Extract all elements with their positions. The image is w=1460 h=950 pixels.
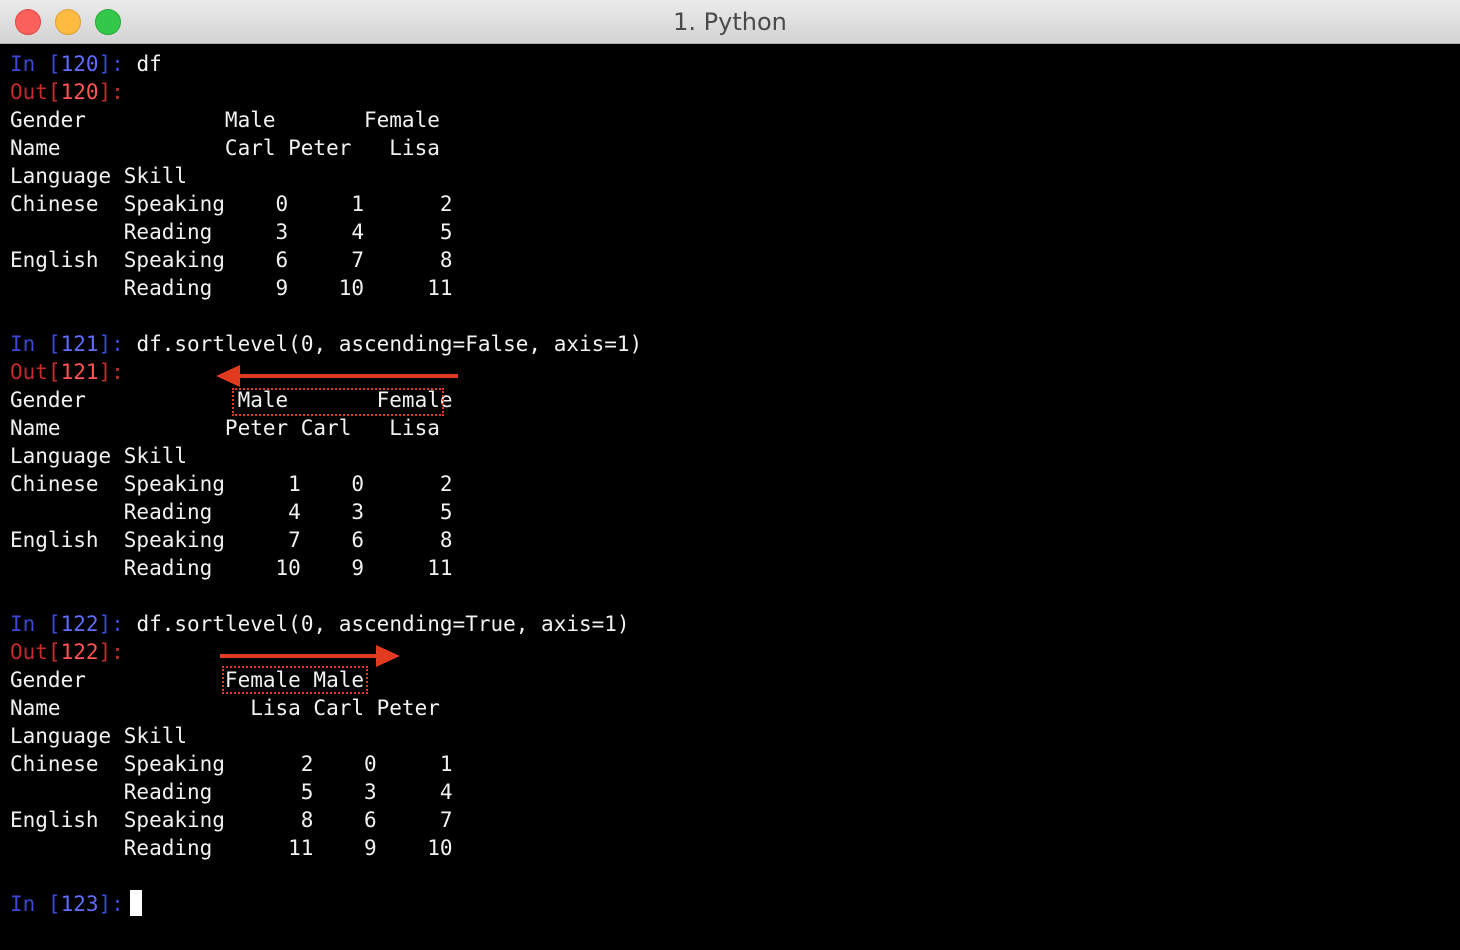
output-row: English Speaking 7 6 8 — [10, 528, 453, 552]
input-line: In [120]: df — [10, 50, 1460, 78]
output-row: Reading 10 9 11 — [10, 556, 453, 580]
output-row: Language Skill — [10, 444, 188, 468]
title-bar[interactable]: 1. Python — [0, 0, 1460, 44]
output-row: Name Lisa Carl Peter — [10, 696, 440, 720]
output-row: Language Skill — [10, 724, 188, 748]
output-row: Gender Male Female — [10, 108, 440, 132]
output-row: English Speaking 8 6 7 — [10, 808, 453, 832]
arrow-left-icon — [216, 365, 458, 387]
output-row: Name Carl Peter Lisa — [10, 136, 440, 160]
output-row: Language Skill — [10, 164, 188, 188]
text-cursor — [129, 890, 142, 916]
output-row: Reading 3 4 5 — [10, 220, 453, 244]
out-prompt: Out[122]: — [10, 640, 124, 664]
highlight-box-male-female — [232, 388, 444, 416]
out-prompt: Out[120]: — [10, 80, 124, 104]
out-prompt: Out[121]: — [10, 360, 124, 384]
terminal-output[interactable]: In [120]: df Out[120]: Gender Male Femal… — [10, 50, 1460, 950]
highlight-box-female-male — [222, 666, 368, 694]
output-row: Gender Male Female — [10, 388, 453, 412]
input-code: df — [136, 52, 162, 76]
arrow-right-icon — [220, 645, 400, 667]
window-title: 1. Python — [673, 8, 787, 36]
output-row: Reading 4 3 5 — [10, 500, 453, 524]
output-row: Reading 11 9 10 — [10, 836, 453, 860]
output-row: Reading 5 3 4 — [10, 780, 453, 804]
in-prompt: In [121]: — [10, 332, 124, 356]
active-prompt-line[interactable]: In [123]: — [10, 890, 1460, 918]
output-row: English Speaking 6 7 8 — [10, 248, 453, 272]
output-row: Chinese Speaking 1 0 2 — [10, 472, 453, 496]
input-code: df.sortlevel(0, ascending=False, axis=1) — [136, 332, 643, 356]
in-prompt: In [122]: — [10, 612, 124, 636]
input-line: In [121]: df.sortlevel(0, ascending=Fals… — [10, 330, 1460, 358]
output-row: Name Peter Carl Lisa — [10, 416, 440, 440]
input-line: In [122]: df.sortlevel(0, ascending=True… — [10, 610, 1460, 638]
output-row: Chinese Speaking 2 0 1 — [10, 752, 453, 776]
output-row: Chinese Speaking 0 1 2 — [10, 192, 453, 216]
input-code: df.sortlevel(0, ascending=True, axis=1) — [136, 612, 630, 636]
in-prompt: In [123]: — [10, 892, 124, 916]
output-row: Reading 9 10 11 — [10, 276, 453, 300]
output-prompt-line: Out[120]: — [10, 78, 1460, 106]
terminal-window: 1. Python In [120]: df Out[120]: Gender … — [0, 0, 1460, 950]
in-prompt: In [120]: — [10, 52, 124, 76]
